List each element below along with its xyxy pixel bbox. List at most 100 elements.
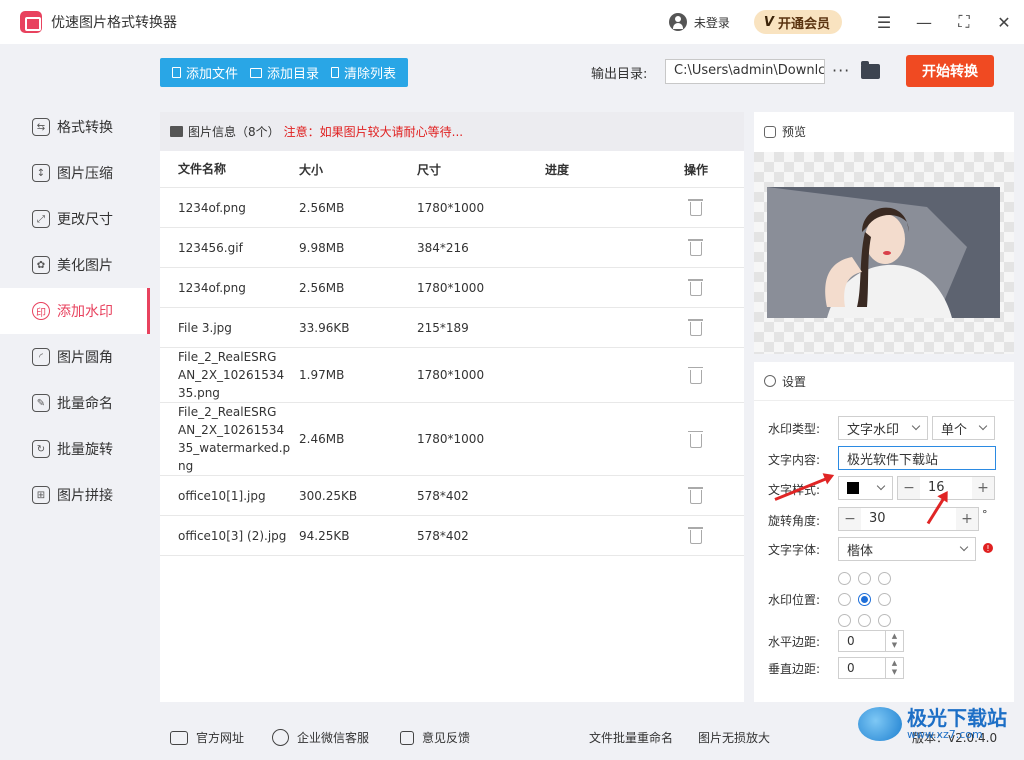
table-row[interactable]: 1234of.png 2.56MB 1780*1000: [160, 268, 744, 308]
wechat-support-link[interactable]: 企业微信客服: [272, 729, 369, 746]
delete-icon[interactable]: [688, 487, 703, 504]
spin-arrows-icon[interactable]: ▲ ▼: [885, 631, 903, 651]
position-top-left[interactable]: [838, 572, 851, 585]
position-bottom-left[interactable]: [838, 614, 851, 627]
chevron-down-icon: [911, 421, 921, 431]
sidebar-item-stitch[interactable]: ⊞ 图片拼接: [0, 472, 150, 518]
settings-header: 设置: [754, 362, 1014, 401]
hmargin-value: 0: [847, 634, 855, 648]
col-size: 大小: [299, 162, 324, 177]
delete-icon[interactable]: [688, 199, 703, 216]
output-dir-input[interactable]: C:\Users\admin\Downlc: [665, 59, 825, 84]
rotate-label: 旋转角度:: [768, 514, 821, 528]
preview-canvas: [754, 152, 1014, 354]
table-row[interactable]: office10[3] (2).jpg 94.25KB 578*402: [160, 516, 744, 556]
delete-icon[interactable]: [688, 319, 703, 336]
table-row[interactable]: File_2_RealESRG AN_2X_10261534 35_waterm…: [160, 403, 744, 476]
add-dir-button[interactable]: 添加目录: [244, 63, 325, 82]
hmargin-input[interactable]: 0 ▲ ▼: [838, 630, 904, 652]
color-swatch: [847, 482, 859, 494]
minimize-icon[interactable]: —: [904, 0, 944, 44]
position-top-right[interactable]: [878, 572, 891, 585]
rotate-stepper[interactable]: − 30 +: [838, 507, 979, 531]
sidebar-item-round-corner[interactable]: ◜ 图片圆角: [0, 334, 150, 380]
table-row[interactable]: File_2_RealESRG AN_2X_10261534 35.png 1.…: [160, 348, 744, 403]
font-label: 文字字体:: [768, 543, 821, 557]
sidebar-item-beautify[interactable]: ✿ 美化图片: [0, 242, 150, 288]
vmargin-input[interactable]: 0 ▲ ▼: [838, 657, 904, 679]
wechat-icon: [272, 729, 289, 746]
output-dir-label: 输出目录:: [591, 67, 648, 82]
watermark-mode-select[interactable]: 单个: [932, 416, 995, 440]
add-file-label: 添加文件: [186, 67, 239, 82]
rotate-decrease-button[interactable]: −: [839, 508, 861, 530]
alert-icon[interactable]: !: [983, 543, 993, 553]
sidebar-item-compress[interactable]: ↕ 图片压缩: [0, 150, 150, 196]
delete-icon[interactable]: [688, 239, 703, 256]
delete-icon[interactable]: [688, 366, 703, 384]
position-top-center[interactable]: [858, 572, 871, 585]
font-select[interactable]: 楷体: [838, 537, 976, 561]
login-button[interactable]: 未登录: [668, 13, 730, 31]
menu-icon[interactable]: ☰: [864, 0, 904, 44]
gear-icon: [764, 375, 776, 387]
col-action: 操作: [683, 162, 708, 177]
file-name: office10[3] (2).jpg: [178, 528, 287, 543]
vip-button[interactable]: V 开通会员: [753, 10, 842, 34]
batch-rename-link[interactable]: 文件批量重命名: [589, 729, 673, 746]
open-folder-icon[interactable]: [861, 61, 880, 79]
watermark-type-select[interactable]: 文字水印: [838, 416, 928, 440]
file-toolbar: 添加文件 添加目录 清除列表: [160, 58, 409, 87]
table-row[interactable]: File 3.jpg 33.96KB 215*189: [160, 308, 744, 348]
spin-arrows-icon[interactable]: ▲ ▼: [885, 658, 903, 678]
file-name: 123456.gif: [178, 240, 243, 255]
sidebar-item-label: 图片圆角: [57, 350, 113, 366]
position-bottom-center[interactable]: [858, 614, 871, 627]
clear-list-button[interactable]: 清除列表: [325, 63, 402, 82]
start-convert-button[interactable]: 开始转换: [906, 55, 994, 87]
feedback-link[interactable]: 意见反馈: [400, 729, 470, 746]
official-site-link[interactable]: 官方网址: [170, 729, 244, 746]
size-increase-button[interactable]: +: [972, 477, 994, 499]
table-row[interactable]: office10[1].jpg 300.25KB 578*402: [160, 476, 744, 516]
chevron-down-icon: [959, 542, 969, 552]
upscale-link[interactable]: 图片无损放大: [698, 729, 770, 746]
delete-icon[interactable]: [688, 527, 703, 544]
more-options-icon[interactable]: ···: [832, 61, 850, 80]
sidebar-item-format[interactable]: ⇆ 格式转换: [0, 104, 150, 150]
position-middle-right[interactable]: [878, 593, 891, 606]
vip-icon: V: [763, 14, 774, 30]
preview-icon: [764, 125, 776, 138]
sidebar-item-rotate[interactable]: ↻ 批量旋转: [0, 426, 150, 472]
col-dim: 尺寸: [417, 162, 442, 177]
position-bottom-right[interactable]: [878, 614, 891, 627]
stitch-icon: ⊞: [32, 486, 50, 504]
vmargin-label: 垂直边距:: [768, 662, 821, 676]
table-row[interactable]: 123456.gif 9.98MB 384*216: [160, 228, 744, 268]
file-size: 2.46MB: [299, 432, 345, 446]
sidebar-item-label: 更改尺寸: [57, 212, 113, 228]
clear-list-label: 清除列表: [344, 67, 397, 82]
round-corner-icon: ◜: [32, 348, 50, 366]
position-middle-left[interactable]: [838, 593, 851, 606]
rotate-increase-button[interactable]: +: [956, 508, 978, 530]
size-decrease-button[interactable]: −: [898, 477, 920, 499]
sidebar-item-rename[interactable]: ✎ 批量命名: [0, 380, 150, 426]
compress-icon: ↕: [32, 164, 50, 182]
table-row[interactable]: 1234of.png 2.56MB 1780*1000: [160, 188, 744, 228]
text-color-select[interactable]: [838, 476, 893, 500]
sidebar-item-label: 批量旋转: [57, 442, 113, 458]
vip-label: 开通会员: [777, 16, 830, 32]
close-icon[interactable]: ✕: [984, 0, 1024, 44]
file-name: 1234of.png: [178, 280, 246, 295]
watermark-text-input[interactable]: 极光软件下载站: [838, 446, 996, 470]
fullscreen-icon[interactable]: ⛶: [944, 0, 984, 44]
add-file-button[interactable]: 添加文件: [166, 63, 244, 82]
sidebar-item-watermark[interactable]: 印添加水印: [0, 288, 150, 334]
sidebar-item-resize[interactable]: ⤢ 更改尺寸: [0, 196, 150, 242]
delete-icon[interactable]: [688, 279, 703, 296]
sidebar-item-label: 格式转换: [57, 120, 113, 136]
title-bar: 优速图片格式转换器 未登录 V 开通会员 ☰ — ⛶ ✕: [0, 0, 1024, 44]
position-center[interactable]: [858, 593, 871, 606]
delete-icon[interactable]: [688, 430, 703, 448]
